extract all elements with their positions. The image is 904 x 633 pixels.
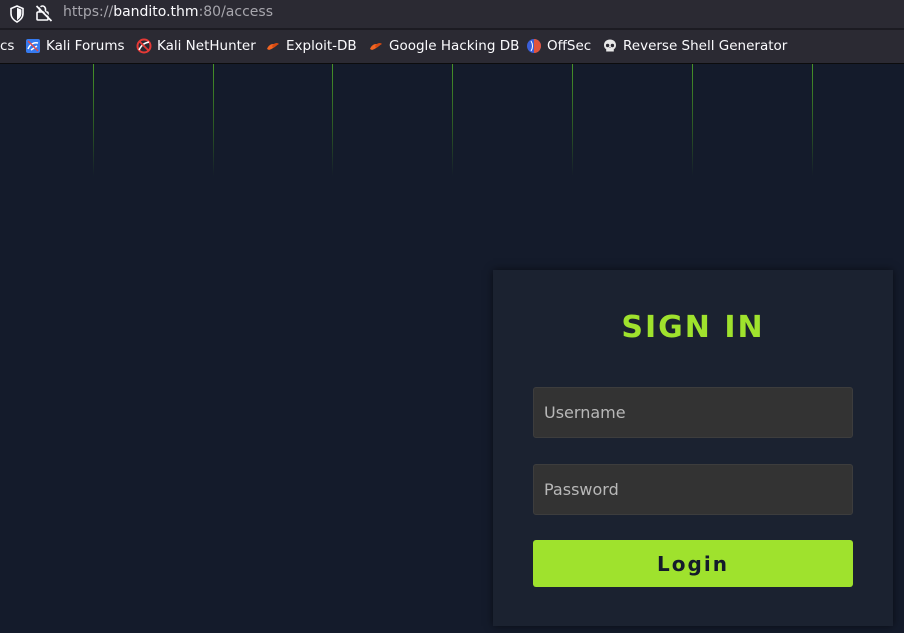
exploit-db-icon bbox=[267, 42, 279, 50]
bookmark-offsec[interactable]: OffSec bbox=[526, 38, 591, 54]
bookmarks-toolbar: cs Kali Forums Kali NetHunter Exploit-DB… bbox=[0, 28, 904, 63]
login-card: SIGN IN Login bbox=[493, 270, 893, 626]
url-path: :80/access bbox=[198, 4, 273, 20]
login-button[interactable]: Login bbox=[533, 540, 853, 587]
matrix-rain-streak bbox=[213, 64, 215, 176]
bookmark-truncated[interactable]: cs bbox=[0, 38, 14, 54]
url-host: bandito.thm bbox=[113, 4, 199, 20]
sign-in-title: SIGN IN bbox=[621, 310, 765, 345]
bookmark-kali-forums[interactable]: Kali Forums bbox=[25, 38, 125, 54]
matrix-rain-streak bbox=[692, 64, 694, 176]
matrix-rain-streak bbox=[332, 64, 334, 176]
offsec-icon bbox=[527, 39, 541, 53]
google-hacking-db-icon bbox=[370, 42, 382, 50]
bookmark-exploit-db[interactable]: Exploit-DB bbox=[265, 38, 357, 54]
tracking-protection-shield-icon[interactable] bbox=[9, 5, 25, 23]
url-text[interactable]: https://bandito.thm:80/access bbox=[63, 4, 273, 20]
kali-forums-icon bbox=[26, 39, 40, 53]
insecure-lock-icon[interactable] bbox=[35, 4, 53, 22]
matrix-rain-streak bbox=[812, 64, 814, 176]
bookmark-label: Google Hacking DB bbox=[389, 38, 520, 54]
bookmark-label: Kali Forums bbox=[46, 38, 125, 54]
username-input[interactable] bbox=[533, 387, 853, 438]
url-scheme: https:// bbox=[63, 4, 114, 20]
bookmark-reverse-shell-generator[interactable]: Reverse Shell Generator bbox=[602, 38, 787, 54]
bookmark-kali-nethunter[interactable]: Kali NetHunter bbox=[136, 38, 256, 54]
matrix-rain-streak bbox=[93, 64, 95, 176]
bookmark-label: Reverse Shell Generator bbox=[623, 38, 788, 54]
bookmark-google-hacking-db[interactable]: Google Hacking DB bbox=[368, 38, 519, 54]
password-input[interactable] bbox=[533, 464, 853, 515]
matrix-rain-streak bbox=[572, 64, 574, 176]
kali-nethunter-icon bbox=[136, 38, 152, 54]
url-bar[interactable]: https://bandito.thm:80/access bbox=[0, 0, 904, 28]
matrix-rain-streak bbox=[452, 64, 454, 176]
bookmark-label: Exploit-DB bbox=[286, 38, 357, 54]
bookmark-label: Kali NetHunter bbox=[157, 38, 256, 54]
skull-icon bbox=[604, 39, 616, 52]
bookmark-label: OffSec bbox=[547, 38, 592, 54]
bookmark-label: cs bbox=[0, 38, 15, 54]
